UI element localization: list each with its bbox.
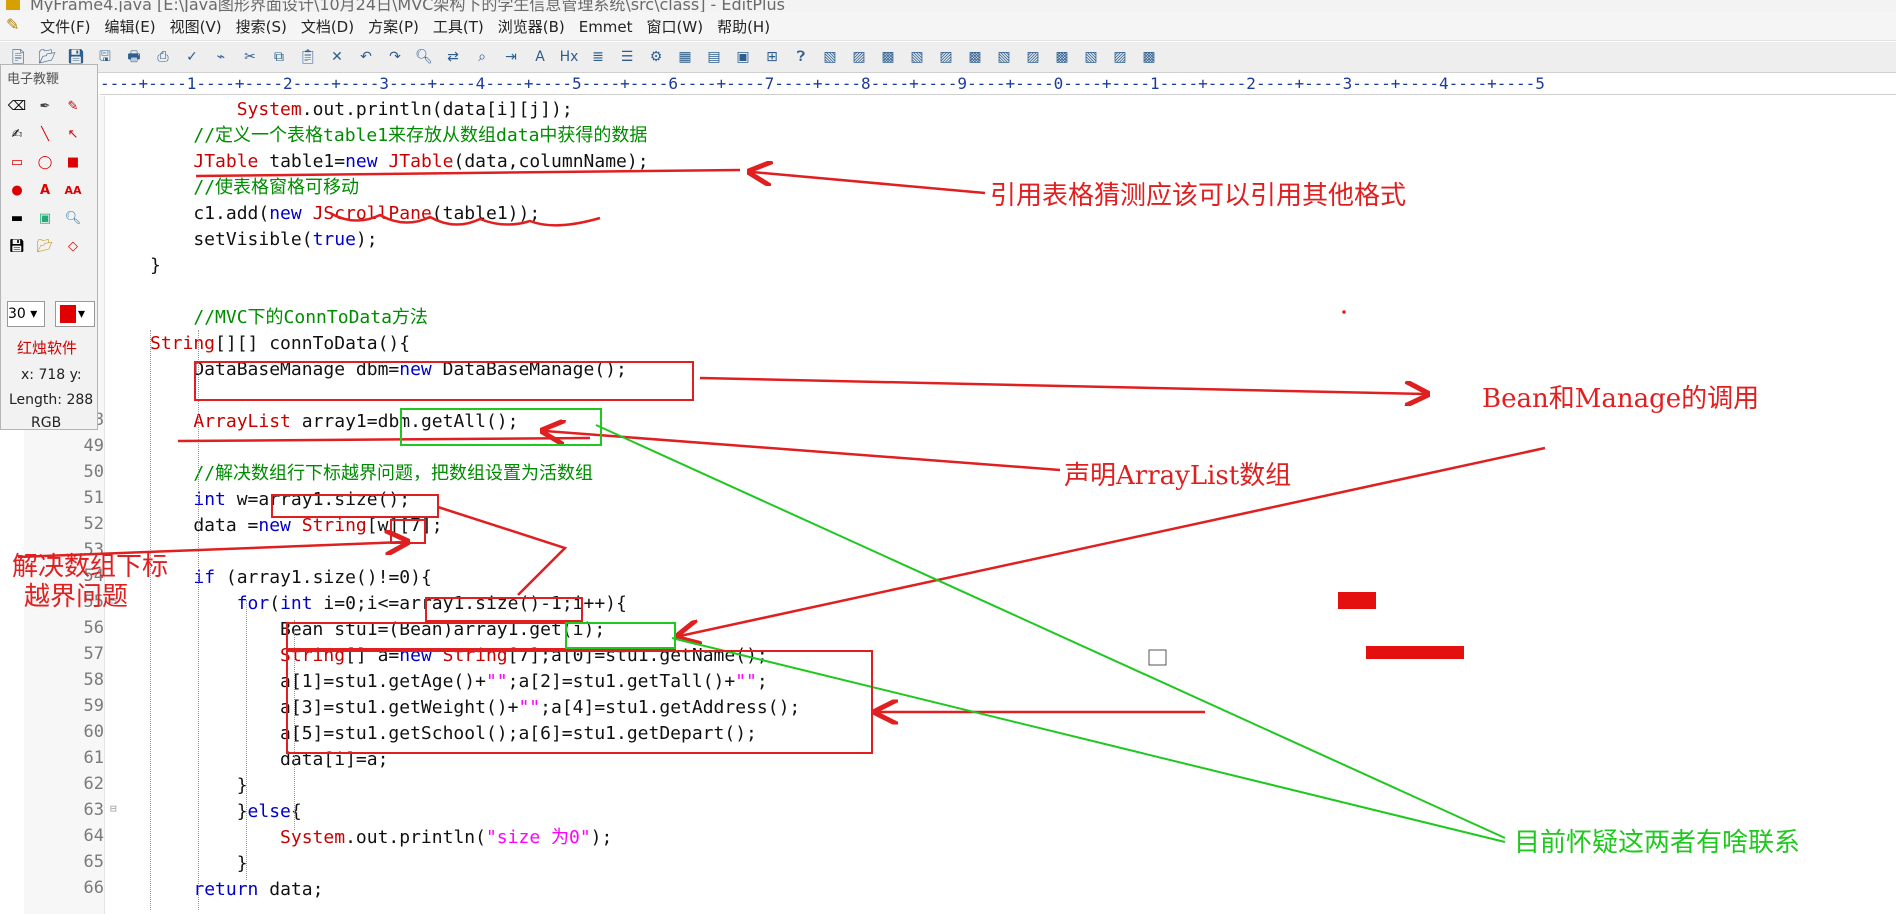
box-array-assign bbox=[286, 650, 873, 754]
arrow-dbm bbox=[699, 376, 1425, 394]
annotation-strokes bbox=[17, 0, 1546, 843]
box-size bbox=[271, 494, 439, 518]
annotation-relation: 目前怀疑这两者有啥联系 bbox=[1514, 828, 1801, 858]
box-getall bbox=[400, 408, 602, 446]
box-size-loop bbox=[425, 597, 583, 622]
arrow-to-jtable bbox=[752, 172, 986, 195]
annotation-bounds-line2: 越界问题 bbox=[24, 582, 129, 612]
red-dot bbox=[1342, 310, 1346, 314]
bracket-w bbox=[437, 505, 568, 596]
box-get-i bbox=[565, 622, 676, 649]
squiggle-jscrollpane bbox=[329, 211, 601, 227]
underline-jtable bbox=[195, 168, 741, 178]
red-mark-1 bbox=[1338, 592, 1376, 609]
small-square bbox=[1148, 649, 1167, 666]
annotation-table-format: 引用表格猜测应该可以引用其他格式 bbox=[990, 181, 1407, 211]
annotation-arraylist: 声明ArrayList数组 bbox=[1064, 461, 1292, 491]
box-dbm-line bbox=[194, 361, 694, 401]
box-w bbox=[390, 519, 426, 544]
annotation-bean-manage: Bean和Manage的调用 bbox=[1482, 384, 1760, 414]
red-mark-2 bbox=[1366, 646, 1464, 659]
